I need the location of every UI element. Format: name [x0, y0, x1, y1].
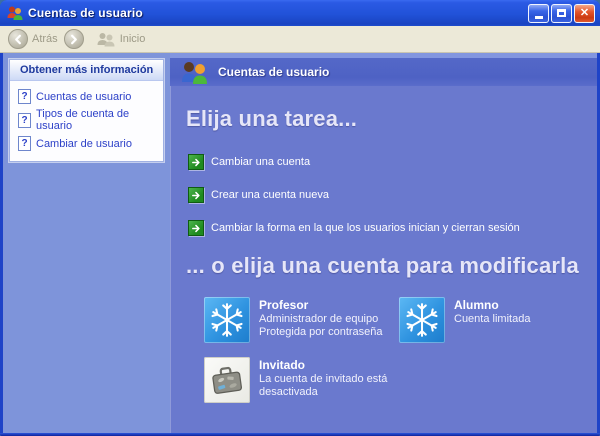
- left-column: Obtener más información ? Cuentas de usu…: [3, 53, 170, 433]
- maximize-button[interactable]: [551, 3, 572, 23]
- account-detail: La cuenta de invitado está desactivada: [259, 373, 388, 399]
- page-title: Cuentas de usuario: [218, 65, 330, 79]
- green-arrow-icon: [188, 187, 204, 203]
- suitcase-icon: [204, 357, 250, 403]
- navigation-toolbar: Atrás Inicio: [0, 26, 600, 53]
- help-document-icon: ?: [18, 89, 31, 104]
- page-header: Cuentas de usuario: [170, 58, 597, 86]
- account-name: Alumno: [454, 298, 499, 312]
- pick-task-heading: Elija una tarea...: [186, 106, 358, 131]
- learn-more-header: Obtener más información: [10, 60, 163, 81]
- window-title: Cuentas de usuario: [28, 6, 143, 20]
- account-tile-invitado[interactable]: Invitado La cuenta de invitado está desa…: [204, 357, 399, 403]
- help-document-icon: ?: [18, 112, 31, 128]
- account-tile-alumno[interactable]: Alumno Cuenta limitada: [399, 297, 594, 343]
- back-button-label: Atrás: [32, 33, 58, 45]
- home-button-label: Inicio: [119, 33, 146, 45]
- forward-arrow-icon: [63, 29, 84, 49]
- account-detail: Cuenta limitada: [454, 313, 531, 325]
- forward-button[interactable]: [63, 29, 84, 49]
- account-name: Profesor: [259, 298, 309, 312]
- account-detail: Administrador de equipo: [259, 313, 379, 325]
- accounts-list: Profesor Administrador de equipo Protegi…: [204, 297, 597, 417]
- titlebar: Cuentas de usuario ✕: [0, 0, 600, 26]
- user-accounts-icon: [182, 62, 207, 84]
- account-tile-profesor[interactable]: Profesor Administrador de equipo Protegi…: [204, 297, 399, 343]
- account-detail: Protegida por contraseña: [259, 326, 383, 339]
- sidebar-link-user-accounts[interactable]: ? Cuentas de usuario: [16, 87, 159, 106]
- sidebar-link-switch-users[interactable]: ? Cambiar de usuario: [16, 134, 159, 153]
- home-button[interactable]: Inicio: [96, 32, 146, 47]
- task-create-account[interactable]: Crear una cuenta nueva: [188, 187, 587, 203]
- sidebar-link-account-types[interactable]: ? Tipos de cuenta de usuario: [16, 106, 159, 134]
- account-name: Invitado: [259, 358, 306, 372]
- pick-account-heading: ... o elija una cuenta para modificarla: [186, 253, 579, 278]
- back-button[interactable]: Atrás: [8, 29, 58, 49]
- help-document-icon: ?: [18, 136, 31, 151]
- home-users-icon: [97, 32, 115, 46]
- snowflake-icon: [204, 297, 250, 343]
- minimize-button[interactable]: [528, 3, 549, 23]
- task-change-account[interactable]: Cambiar una cuenta: [188, 154, 587, 170]
- user-accounts-window-icon: [7, 6, 23, 20]
- back-arrow-icon: [8, 29, 28, 49]
- user-accounts-window: Cuentas de usuario ✕ Atrás Inicio Obtene…: [0, 0, 600, 436]
- snowflake-icon: [399, 297, 445, 343]
- green-arrow-icon: [188, 154, 204, 170]
- learn-more-panel: Obtener más información ? Cuentas de usu…: [9, 59, 164, 162]
- main-panel: Cuentas de usuario Elija una tarea... Ca…: [170, 53, 597, 433]
- close-button[interactable]: ✕: [574, 3, 595, 23]
- task-change-logon[interactable]: Cambiar la forma en la que los usuarios …: [188, 220, 587, 236]
- green-arrow-icon: [188, 220, 204, 236]
